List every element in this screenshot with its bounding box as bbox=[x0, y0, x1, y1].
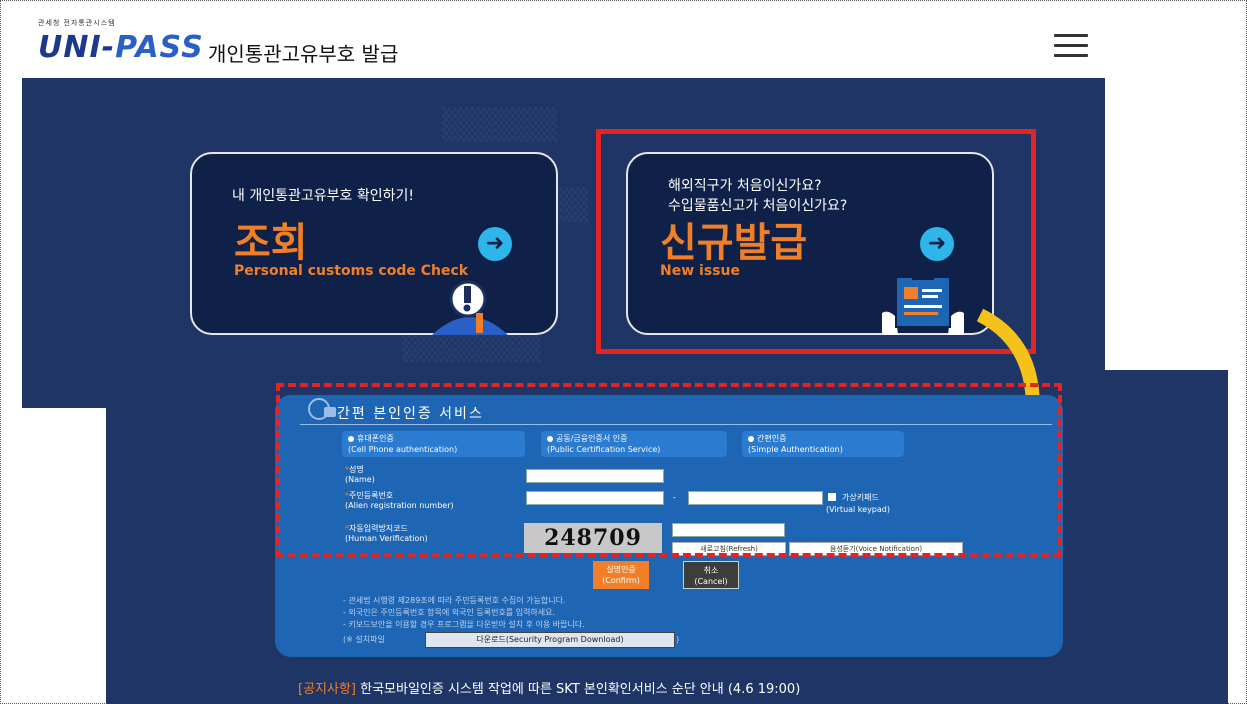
auth-highlight bbox=[276, 383, 1062, 557]
confirm-button[interactable]: 실명인증 (Confirm) bbox=[593, 561, 649, 589]
menu-bar bbox=[1054, 34, 1088, 37]
install-label: (※ 설치파일 bbox=[343, 635, 385, 644]
notice-text: 한국모바일인증 시스템 작업에 따른 SKT 본인확인서비스 순단 안내 (4.… bbox=[360, 682, 801, 697]
security-download-button[interactable]: 다운로드(Security Program Download) bbox=[425, 632, 675, 648]
unipass-logo[interactable]: UNI-PASS bbox=[38, 30, 204, 65]
ghost-text: ▒▒▒▒▒ bbox=[442, 108, 558, 143]
cancel-button[interactable]: 취소 (Cancel) bbox=[683, 561, 739, 589]
check-code-card[interactable]: 내 개인통관고유부호 확인하기! 조회 Personal customs cod… bbox=[190, 152, 558, 335]
notice-line: - 외국인은 주민등록번호 항목에 외국인 등록번호를 입력하세요. bbox=[343, 608, 556, 617]
logo-text-uni: UNI- bbox=[38, 30, 116, 65]
magnifier-person-icon bbox=[432, 280, 508, 335]
install-label-close: ) bbox=[676, 635, 680, 644]
notice-link[interactable]: [공지사항] 한국모바일인증 시스템 작업에 따른 SKT 본인확인서비스 순단… bbox=[298, 678, 800, 697]
page-title: 개인통관고유부호 발급 bbox=[208, 42, 399, 66]
arrow-right-icon[interactable]: ➜ bbox=[478, 227, 512, 261]
menu-bar bbox=[1054, 54, 1088, 57]
notice-tag: [공지사항] bbox=[298, 682, 356, 697]
hamburger-menu-icon[interactable] bbox=[1054, 34, 1088, 62]
logo-text-pass: PASS bbox=[115, 30, 204, 65]
notice-line: - 관세법 시행령 제289조에 따라 주민등록번호 수집이 가능합니다. bbox=[343, 596, 566, 605]
menu-bar bbox=[1054, 44, 1088, 47]
card-title: 조회 bbox=[234, 220, 308, 266]
notice-line: - 키보드보안을 이용할 경우 프로그램을 다운받아 설치 후 이용 바랍니다. bbox=[343, 620, 585, 629]
logo-caption: 관세청 전자통관시스템 bbox=[38, 19, 116, 27]
card-subtitle: 내 개인통관고유부호 확인하기! bbox=[232, 188, 414, 204]
